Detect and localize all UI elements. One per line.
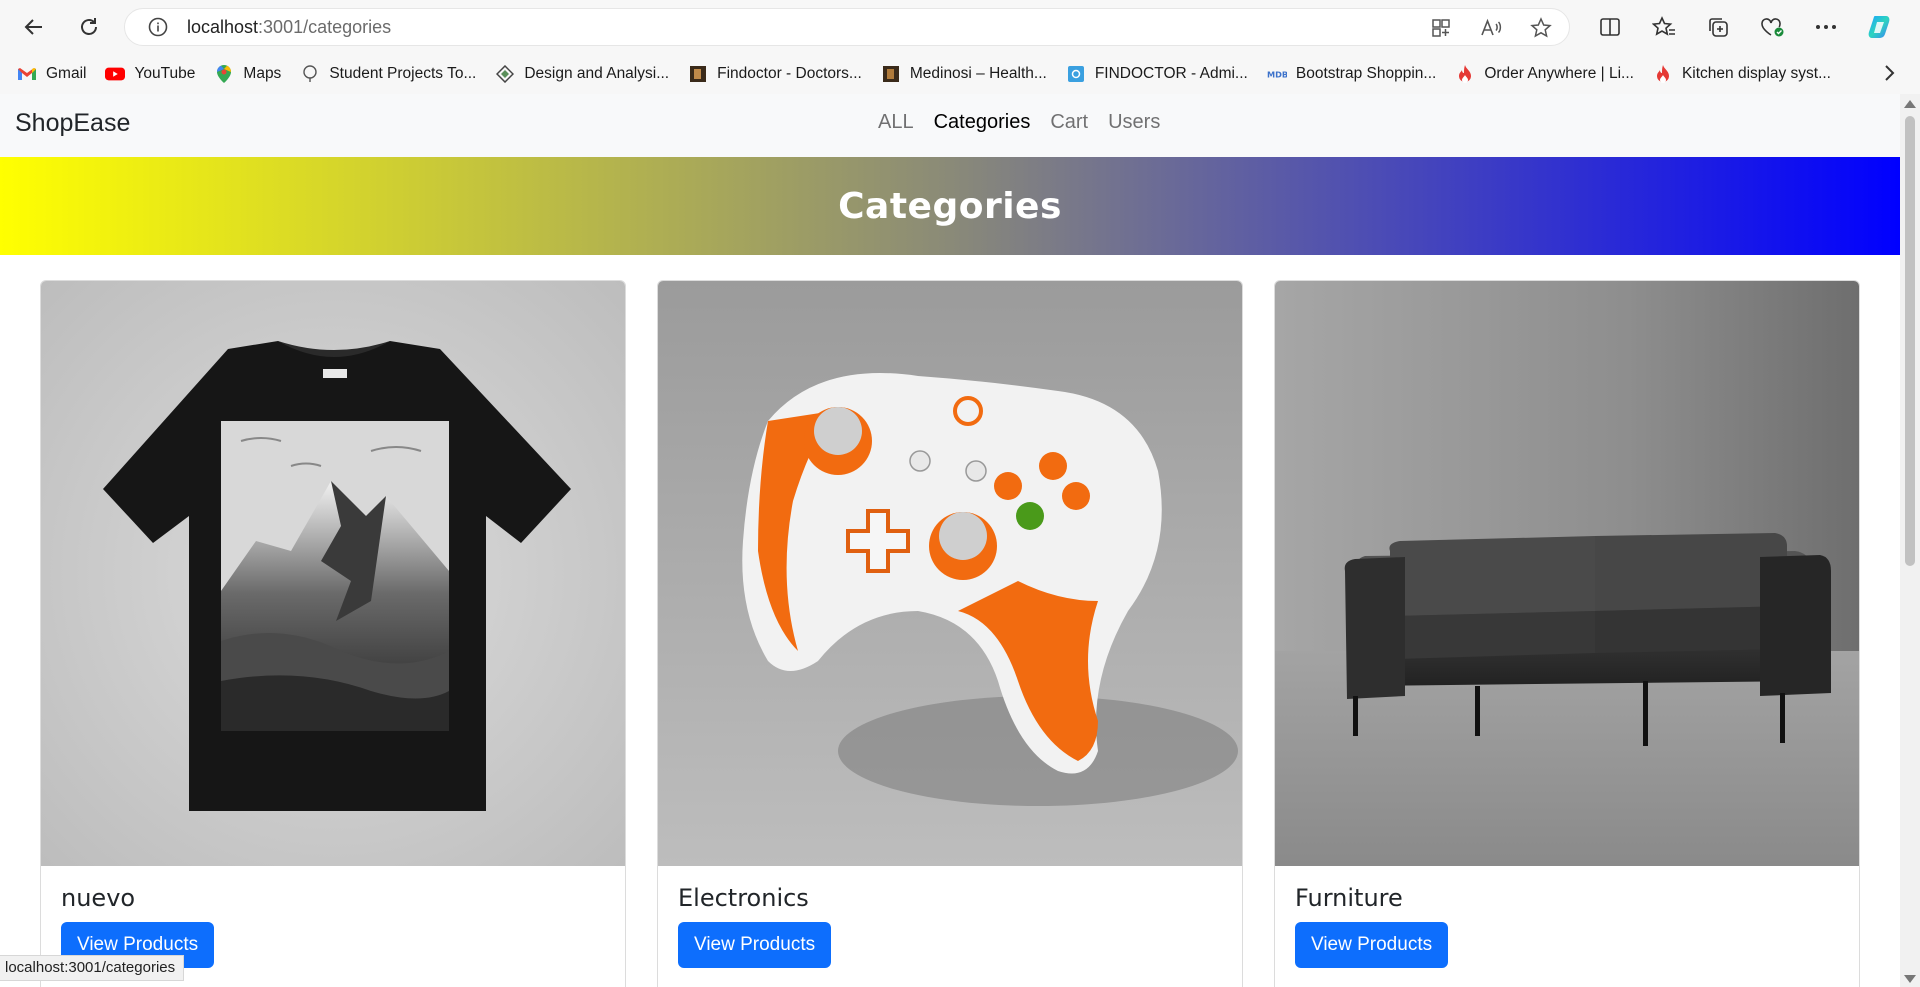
bookmark-label: Gmail — [46, 65, 87, 82]
site-navbar: ShopEase ALL Categories Cart Users — [0, 94, 1900, 157]
maps-icon — [214, 64, 234, 84]
svg-text:MDB: MDB — [1267, 70, 1287, 80]
nav-link-all[interactable]: ALL — [878, 111, 914, 134]
sofa-image — [1275, 281, 1859, 866]
bookmark-label: Bootstrap Shoppin... — [1295, 65, 1437, 82]
favorite-star-icon[interactable] — [1529, 16, 1553, 40]
brand-logo[interactable]: ShopEase — [15, 109, 130, 138]
bookmark-label: Design and Analysi... — [524, 65, 670, 82]
nav-links: ALL Categories Cart Users — [878, 111, 1160, 134]
gmail-icon — [17, 64, 37, 84]
category-card: Electronics View Products — [657, 280, 1243, 987]
globe-icon — [300, 64, 320, 84]
site-icon — [881, 64, 901, 84]
bookmark-medinosi[interactable]: Medinosi – Health... — [881, 64, 1047, 84]
view-products-button[interactable]: View Products — [678, 922, 832, 968]
bookmarks-bar: Gmail YouTube Maps Student Projects To..… — [0, 54, 1920, 94]
reload-icon — [81, 18, 97, 35]
bookmark-order-anywhere[interactable]: Order Anywhere | Li... — [1455, 64, 1634, 84]
split-screen-icon[interactable] — [1594, 12, 1626, 42]
game-controller-image — [658, 281, 1242, 866]
site-icon — [688, 64, 708, 84]
category-title: Furniture — [1295, 884, 1403, 912]
category-image — [41, 281, 625, 866]
bookmark-gmail[interactable]: Gmail — [17, 64, 86, 84]
bookmark-youtube[interactable]: YouTube — [105, 64, 195, 84]
address-bar[interactable]: localhost:3001/categories — [124, 8, 1570, 46]
tshirt-image — [41, 281, 625, 866]
bookmark-design-analysis[interactable]: Design and Analysi... — [495, 64, 669, 84]
bookmark-findoctor-admin[interactable]: FINDOCTOR - Admi... — [1066, 64, 1248, 84]
bookmark-maps[interactable]: Maps — [214, 64, 281, 84]
bookmark-label: FINDOCTOR - Admi... — [1094, 65, 1248, 82]
scroll-up-icon[interactable] — [1904, 100, 1916, 108]
scroll-down-icon[interactable] — [1904, 975, 1916, 983]
diamond-icon — [495, 64, 515, 84]
read-aloud-icon[interactable] — [1479, 16, 1503, 40]
nav-link-categories[interactable]: Categories — [934, 111, 1031, 134]
bookmark-kitchen-display[interactable]: Kitchen display syst... — [1653, 64, 1831, 84]
back-button[interactable] — [17, 10, 51, 44]
category-image — [1275, 281, 1859, 866]
favorites-icon[interactable] — [1648, 12, 1680, 42]
category-card: nuevo View Products — [40, 280, 626, 987]
reload-button[interactable] — [72, 10, 106, 44]
bookmark-label: Order Anywhere | Li... — [1484, 65, 1634, 82]
bookmark-label: Medinosi – Health... — [909, 65, 1047, 82]
status-bar-url: localhost:3001/categories — [0, 955, 185, 981]
flame-icon — [1653, 64, 1673, 84]
url-text[interactable]: localhost:3001/categories — [187, 17, 391, 38]
page-title: Categories — [838, 185, 1062, 227]
page-scrollbar[interactable] — [1900, 94, 1920, 987]
browser-toolbar: localhost:3001/categories — [0, 0, 1920, 54]
category-image — [658, 281, 1242, 866]
bookmark-bootstrap-shopping[interactable]: MDB Bootstrap Shoppin... — [1267, 64, 1436, 84]
page-viewport: ShopEase ALL Categories Cart Users Categ… — [0, 94, 1900, 987]
youtube-icon — [105, 64, 126, 84]
bookmark-label: Student Projects To... — [329, 65, 477, 82]
nav-link-cart[interactable]: Cart — [1050, 111, 1088, 134]
bookmark-findoctor[interactable]: Findoctor - Doctors... — [688, 64, 862, 84]
hero-banner: Categories — [0, 157, 1900, 255]
gear-site-icon — [1066, 64, 1086, 84]
browser-essentials-icon[interactable] — [1756, 12, 1788, 42]
url-host: localhost — [187, 16, 259, 37]
chevron-right-icon[interactable] — [1884, 64, 1896, 86]
nav-link-users[interactable]: Users — [1108, 111, 1160, 134]
flame-icon — [1455, 64, 1475, 84]
collections-icon[interactable] — [1702, 12, 1734, 42]
category-title: nuevo — [61, 884, 136, 912]
bookmark-label: Maps — [243, 65, 282, 82]
bookmark-label: YouTube — [134, 65, 196, 82]
category-card: Furniture View Products — [1274, 280, 1860, 987]
copilot-icon[interactable] — [1864, 12, 1896, 42]
url-path: :3001/categories — [258, 16, 392, 37]
bookmark-label: Findoctor - Doctors... — [717, 65, 862, 82]
site-info-icon[interactable] — [147, 16, 169, 38]
mdb-icon: MDB — [1267, 64, 1287, 84]
more-menu-icon[interactable] — [1810, 12, 1842, 42]
scrollbar-thumb[interactable] — [1905, 116, 1915, 566]
back-arrow-icon — [24, 19, 42, 35]
category-title: Electronics — [678, 884, 809, 912]
bookmark-label: Kitchen display syst... — [1681, 65, 1831, 82]
bookmark-student-projects[interactable]: Student Projects To... — [300, 64, 476, 84]
view-products-button[interactable]: View Products — [1295, 922, 1449, 968]
app-available-icon[interactable] — [1429, 16, 1453, 40]
